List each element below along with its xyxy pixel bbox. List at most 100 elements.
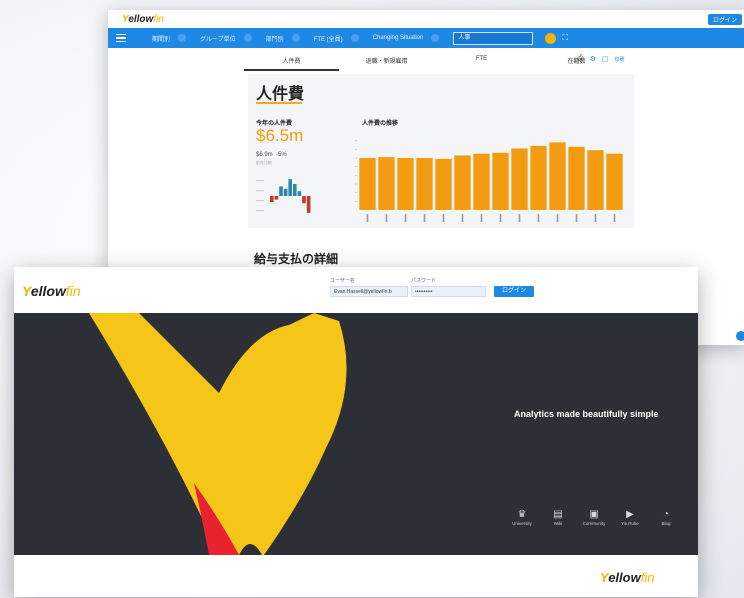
bar[interactable]	[473, 153, 490, 210]
link-youtube[interactable]: ▶ YouTube	[612, 509, 648, 526]
filter-period[interactable]: 期間別	[152, 34, 187, 43]
variance-bar	[274, 196, 279, 200]
password-input[interactable]: ••••••••••	[411, 286, 486, 297]
bar[interactable]	[568, 146, 585, 210]
login-button[interactable]: ログイン	[494, 286, 534, 297]
chevron-down-icon	[178, 34, 187, 42]
x-tick-label	[404, 214, 407, 222]
search-input[interactable]: 人事	[453, 31, 534, 45]
y-tick-label	[256, 180, 264, 182]
variance-bar	[288, 179, 292, 196]
x-tick-label	[461, 214, 464, 222]
tagline: Analytics made beautifully simple	[514, 409, 659, 419]
help-icon[interactable]	[736, 331, 744, 341]
print-icon[interactable]: ⎙	[578, 55, 584, 63]
tab-labor-cost[interactable]: 人件費	[244, 56, 339, 71]
bar[interactable]	[511, 148, 528, 210]
bar[interactable]	[397, 158, 414, 210]
variance-bar	[297, 191, 302, 196]
login-footer: Yellowfin	[14, 555, 698, 597]
yellowfin-logo: Yellowfin	[122, 13, 164, 25]
menu-icon[interactable]	[116, 33, 126, 43]
x-tick-label	[442, 214, 445, 222]
filter-situation[interactable]: Changing Situation	[373, 34, 440, 42]
variance-bar	[293, 184, 297, 196]
x-tick-label	[385, 214, 388, 222]
x-tick-label	[537, 214, 540, 222]
y-tick-label	[256, 210, 264, 212]
dashboard-tabs: 人件費 退職・新規雇用 FTE 在籍数	[244, 56, 624, 71]
x-tick-label	[556, 214, 559, 222]
labor-cost-panel: 人件費 今年の人件費 $6.5m $6.9m -5% 前年比較 人件費の推移	[248, 74, 634, 228]
bar[interactable]	[416, 158, 433, 210]
variance-bar	[306, 196, 311, 213]
chevron-down-icon	[350, 34, 359, 42]
password-label: パスワード	[411, 278, 437, 284]
expand-icon[interactable]: ⛶	[562, 33, 568, 43]
filter-department[interactable]: 部門別	[266, 34, 300, 43]
resource-links: ♛ University ▤ Wiki ▣ Community ▶ YouTub…	[504, 509, 684, 526]
x-tick-label	[518, 214, 521, 222]
bar[interactable]	[530, 145, 547, 210]
x-tick-label	[499, 214, 502, 222]
bar[interactable]	[587, 150, 604, 210]
panel-title: 人件費	[256, 86, 305, 103]
dashboard-header: Yellowfin ログイン	[108, 10, 744, 28]
username-label: ユーザー名	[330, 278, 355, 284]
youtube-icon: ▶	[626, 509, 634, 520]
username-input[interactable]: Evan.Hassell@yellowfin.b	[330, 286, 408, 297]
bar[interactable]	[378, 157, 395, 210]
chevron-down-icon	[243, 34, 252, 42]
variance-bar	[279, 186, 283, 196]
title-underline	[256, 102, 302, 104]
filter-group[interactable]: グループ単位	[200, 34, 252, 43]
login-window: Yellowfin ユーザー名 Evan.Hassell@yellowfin.b…	[14, 267, 698, 597]
bar[interactable]	[454, 155, 471, 210]
university-icon: ♛	[517, 509, 527, 520]
tab-turnover[interactable]: 退職・新規雇用	[339, 56, 434, 71]
dashboard-filter-bar: 期間別 グループ単位 部門別 FTE (全員) Changing Situati…	[108, 28, 744, 48]
variance-mini-chart	[256, 179, 311, 213]
bar[interactable]	[492, 152, 509, 210]
link-wiki[interactable]: ▤ Wiki	[540, 509, 576, 526]
kpi-sub-label: 前年比較	[256, 160, 272, 165]
bar[interactable]	[359, 158, 376, 210]
y-tick-label	[256, 190, 264, 192]
yellowfin-footer-logo: Yellowfin	[600, 570, 655, 585]
login-header: Yellowfin ユーザー名 Evan.Hassell@yellowfin.b…	[14, 267, 698, 313]
link-university[interactable]: ♛ University	[504, 509, 540, 526]
user-avatar[interactable]	[545, 32, 557, 44]
header-login-button[interactable]: ログイン	[707, 14, 742, 25]
blog-icon: ◔	[662, 509, 670, 520]
wiki-icon: ▤	[553, 509, 563, 520]
kpi-value: $6.5m	[256, 126, 304, 145]
link-blog[interactable]: ◔ Blog	[648, 509, 684, 526]
x-tick-label	[423, 214, 426, 222]
hero-banner: Analytics made beautifully simple ♛ Univ…	[14, 313, 698, 555]
link-community[interactable]: ▣ Community	[576, 509, 612, 526]
bar[interactable]	[606, 153, 623, 210]
bar[interactable]	[435, 158, 452, 210]
y-tick-label	[256, 200, 264, 202]
x-tick-label	[480, 214, 483, 222]
variance-bar	[302, 196, 306, 204]
yellowfin-logo: Yellowfin	[22, 283, 81, 299]
payroll-details-heading: 給与支払の詳細	[254, 252, 339, 266]
bar[interactable]	[549, 142, 566, 210]
x-tick-label	[366, 214, 369, 222]
dashboard-tools: ⎙ ⚙ ▢ 印刷	[578, 55, 625, 63]
x-tick-label	[594, 214, 597, 222]
chevron-down-icon	[291, 34, 300, 42]
kpi-comparison: $6.9m -5%	[256, 152, 287, 158]
filter-icon[interactable]: ⚙	[590, 55, 596, 63]
community-icon: ▣	[589, 509, 599, 520]
labor-cost-bar-chart	[355, 140, 623, 222]
tab-fte[interactable]: FTE	[434, 56, 529, 71]
variance-bar	[283, 188, 288, 196]
x-tick-label	[575, 214, 578, 222]
share-icon[interactable]: ▢	[602, 55, 609, 63]
print-label[interactable]: 印刷	[615, 56, 625, 63]
chevron-down-icon	[431, 34, 440, 42]
x-tick-label	[613, 214, 616, 222]
filter-fte[interactable]: FTE (全員)	[314, 34, 359, 43]
